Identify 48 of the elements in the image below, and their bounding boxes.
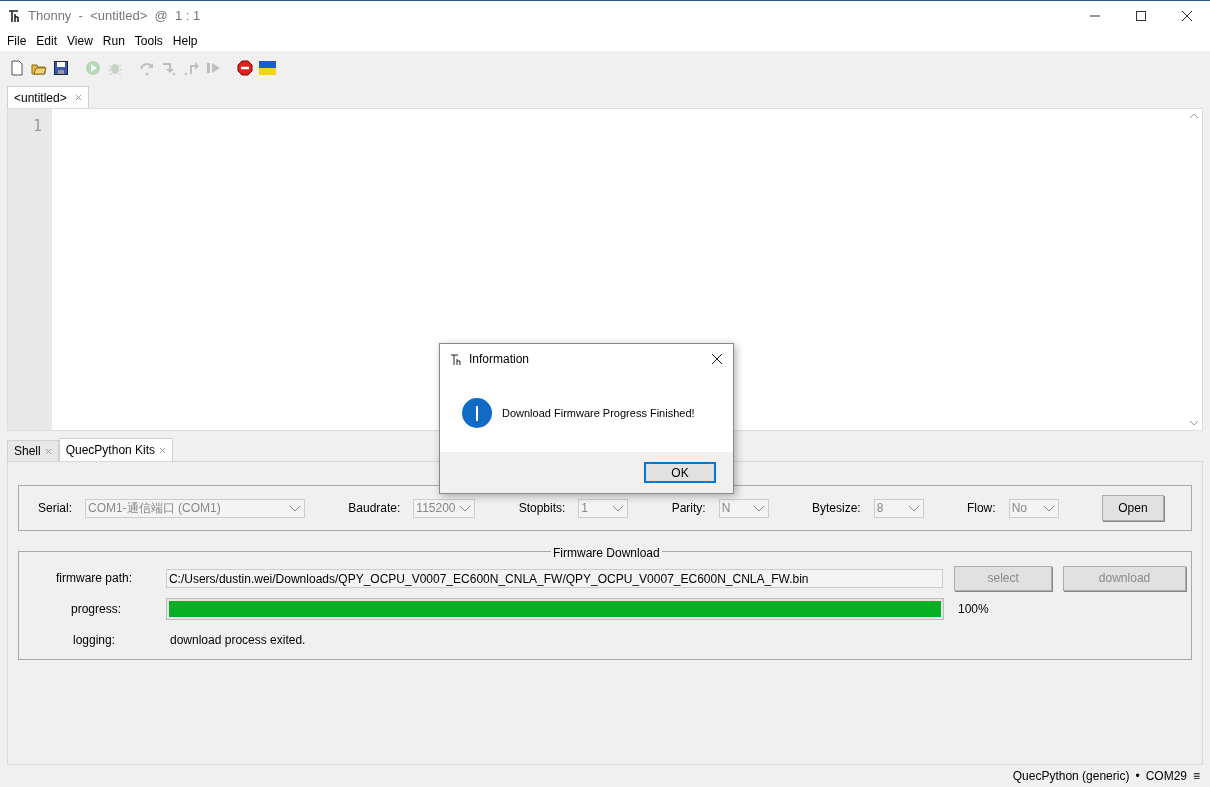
editor-tab[interactable]: <untitled>: [7, 86, 89, 108]
menu-item[interactable]: Tools: [129, 32, 168, 50]
menu-item[interactable]: Edit: [31, 32, 63, 50]
app-logo-icon: [8, 9, 20, 23]
field-label: logging:: [72, 632, 117, 649]
ok-button[interactable]: OK: [644, 462, 716, 483]
close-icon[interactable]: [1180, 10, 1194, 22]
menu-item[interactable]: File: [2, 32, 32, 50]
chevron-down-icon: [1042, 504, 1055, 512]
menu-item[interactable]: Run: [97, 32, 130, 50]
panel-tab[interactable]: QuecPython Kits: [58, 438, 174, 461]
menu-glyph[interactable]: ≡: [1193, 767, 1200, 785]
menu-item[interactable]: View: [62, 32, 98, 50]
field-label: Parity:: [671, 500, 706, 517]
chevron-down-icon: [289, 504, 301, 512]
app-logo-icon: [450, 352, 461, 366]
separator-dot: •: [1135, 768, 1140, 785]
chevron-down-icon: [907, 504, 920, 512]
dialog-message: Download Firmware Progress Finished!: [502, 405, 695, 421]
chevron-down-icon: [612, 504, 625, 512]
dialog-title: Information: [469, 351, 530, 368]
window-title: Thonny - <untitled> @ 1 : 1: [28, 7, 201, 26]
info-icon: [461, 397, 493, 429]
stop-sign-icon[interactable]: [237, 60, 254, 76]
log-message: download process exited.: [170, 632, 306, 649]
scroll-down-icon[interactable]: [1188, 420, 1199, 426]
field-label: progress:: [70, 601, 123, 618]
open-button[interactable]: Open: [1101, 495, 1164, 521]
port-status: COM29: [1145, 768, 1187, 785]
field-label: Stopbits:: [518, 500, 566, 517]
field-label: Baudrate:: [348, 500, 401, 517]
close-icon[interactable]: [711, 353, 723, 365]
field-label: Flow:: [966, 500, 996, 517]
flag-icon[interactable]: [259, 60, 276, 76]
panel-tab[interactable]: Shell: [7, 440, 59, 461]
progress-percent: 100%: [958, 601, 989, 618]
new-file-icon[interactable]: [9, 60, 26, 76]
menu-item[interactable]: Help: [167, 32, 203, 50]
chevron-down-icon: [752, 504, 765, 512]
firmware-path-field[interactable]: C:/Users/dustin.wei/Downloads/QPY_OCPU_V0007_EC600N_CNLA_FW/QPY_OCPU_V0007_EC600N_CNLA_FW.bin: [165, 568, 944, 588]
interpreter-status[interactable]: QuecPython (generic): [1012, 767, 1130, 785]
field-label: Bytesize:: [811, 500, 861, 517]
field-label: firmware path:: [56, 570, 134, 587]
field-label: Serial:: [38, 500, 72, 517]
chevron-down-icon: [459, 504, 472, 512]
scroll-up-icon[interactable]: [1188, 113, 1199, 119]
maximize-icon[interactable]: [1134, 10, 1148, 22]
line-number: 1: [32, 116, 42, 137]
